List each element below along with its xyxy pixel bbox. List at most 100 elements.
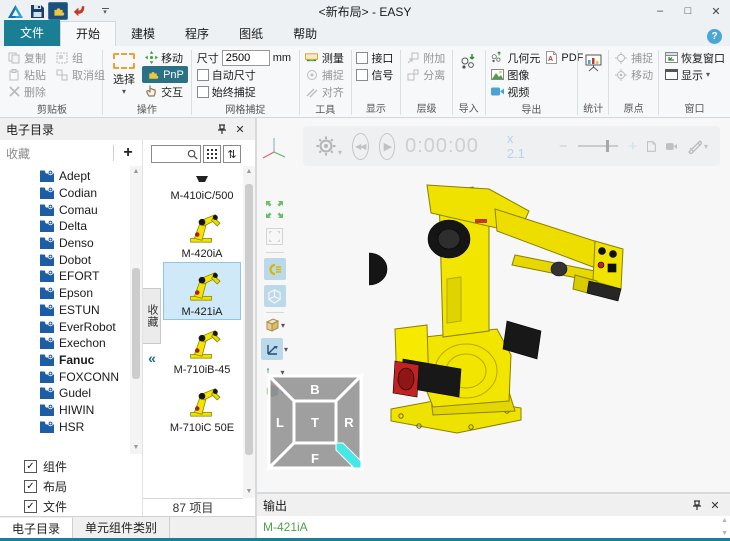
vendor-item-efort[interactable]: EFORT <box>40 268 128 285</box>
collapse-panel-button[interactable]: « <box>143 346 161 370</box>
cube-label-right: R <box>344 415 354 430</box>
vendor-item-adept[interactable]: Adept <box>40 168 128 185</box>
close-button[interactable]: ✕ <box>702 1 730 21</box>
grid-size-input[interactable] <box>222 50 270 66</box>
tab-file[interactable]: 文件 <box>4 20 60 46</box>
tab-home[interactable]: 开始 <box>60 21 116 46</box>
catalog-bottom-tab-1[interactable]: 单元组件类别 <box>73 517 170 538</box>
vendor-item-everrobot[interactable]: EverRobot <box>40 318 128 335</box>
cube-label-top: T <box>311 415 319 430</box>
vendor-item-denso[interactable]: Denso <box>40 235 128 252</box>
tab-program[interactable]: 程序 <box>170 22 224 46</box>
pdf-export-icon[interactable] <box>647 138 656 155</box>
add-favorite-button[interactable]: + <box>120 144 136 162</box>
filter-checkbox-组件[interactable]: ✓组件 <box>24 458 142 475</box>
item-count: 87 项目 <box>143 498 243 516</box>
catalog-close-icon[interactable]: ✕ <box>231 121 249 137</box>
view-cube[interactable]: B L T R F <box>263 370 367 477</box>
delete-icon <box>7 85 21 99</box>
robot-item-m-410ic-500[interactable]: M-410iC/500 <box>163 170 241 204</box>
filter-checkbox-布局[interactable]: ✓布局 <box>24 478 142 495</box>
pin-icon[interactable] <box>688 497 706 513</box>
restore-window-button[interactable]: 恢复窗口 <box>662 49 727 66</box>
catalog-bottom-tab-0[interactable]: 电子目录 <box>0 517 73 538</box>
export-video-button[interactable]: 视频 <box>488 83 542 100</box>
vendor-item-exechon[interactable]: Exechon <box>40 335 128 352</box>
zoom-in-button[interactable]: + <box>628 138 637 155</box>
tab-modeling[interactable]: 建模 <box>116 22 170 46</box>
folder-gear-icon <box>40 236 54 250</box>
robot-item-m-421ia[interactable]: M-421iA <box>163 262 241 320</box>
viewport-3d[interactable]: ▾ ◀◀ ▶ 0:00:00 x 2.1 − + ▾ <box>257 118 730 492</box>
viewport-settings-button[interactable]: ▾ <box>315 135 342 157</box>
vendor-item-fanuc[interactable]: Fanuc <box>40 352 128 369</box>
zoom-slider[interactable] <box>578 140 619 152</box>
vendor-item-codian[interactable]: Codian <box>40 185 128 202</box>
filter-checkbox-文件[interactable]: ✓文件 <box>24 498 142 515</box>
frame-select-button[interactable]: ▾ <box>261 338 288 360</box>
vendor-item-delta[interactable]: Delta <box>40 218 128 235</box>
statistics-button[interactable] <box>584 53 603 99</box>
pnp-button[interactable]: PnP <box>142 66 188 83</box>
robot-model-m421ia[interactable] <box>369 159 729 492</box>
paste-icon <box>7 68 21 82</box>
interface-checkbox[interactable]: 接口 <box>354 49 395 66</box>
undo-button[interactable] <box>68 1 90 21</box>
folder-gear-icon <box>40 353 54 367</box>
origin-move-button: 移动 <box>612 66 655 83</box>
always-snap-checkbox[interactable]: 始终捕捉 <box>195 83 296 100</box>
favorites-side-tab[interactable]: 收藏 <box>143 288 161 344</box>
move-icon <box>144 51 158 65</box>
fit-view-button[interactable] <box>264 198 286 220</box>
export-image-button[interactable]: 图像 <box>488 66 542 83</box>
annotate-button[interactable]: ▾ <box>687 139 708 154</box>
zoom-out-button[interactable]: − <box>559 138 568 155</box>
import-button[interactable] <box>459 53 479 99</box>
save-button[interactable] <box>26 1 48 21</box>
pnp-quick-button[interactable] <box>48 2 68 20</box>
measure-button[interactable]: 测量 <box>303 49 346 66</box>
folder-gear-icon <box>40 186 54 200</box>
headlight-button[interactable] <box>264 258 286 280</box>
help-icon[interactable]: ? <box>707 29 722 44</box>
render-mode-button[interactable] <box>264 285 286 307</box>
sort-button[interactable]: ⇅ <box>223 145 241 163</box>
grid-view-button[interactable] <box>203 145 221 163</box>
vendor-item-dobot[interactable]: Dobot <box>40 251 128 268</box>
vendor-item-epson[interactable]: Epson <box>40 285 128 302</box>
minimize-button[interactable]: – <box>646 1 674 21</box>
vendor-item-comau[interactable]: Comau <box>40 201 128 218</box>
interact-button[interactable]: 交互 <box>142 83 188 100</box>
output-close-icon[interactable]: ✕ <box>706 497 724 513</box>
tab-help[interactable]: 帮助 <box>278 22 332 46</box>
pin-icon[interactable] <box>213 121 231 137</box>
vendor-item-hiwin[interactable]: HIWIN <box>40 402 128 419</box>
robot-item-m-710ib-45[interactable]: M-710iB-45 <box>163 320 241 378</box>
tab-drawing[interactable]: 图纸 <box>224 22 278 46</box>
maximize-button[interactable]: □ <box>674 1 702 21</box>
output-scrollbar[interactable]: ▲▼ <box>721 517 728 537</box>
search-input[interactable] <box>151 145 201 163</box>
auto-size-checkbox[interactable]: 自动尺寸 <box>195 66 296 83</box>
vendor-item-foxconn[interactable]: FOXCONN <box>40 368 128 385</box>
vendor-item-estun[interactable]: ESTUN <box>40 302 128 319</box>
show-windows-button[interactable]: 显示▾ <box>662 66 727 83</box>
copy-button: 复制 <box>5 49 53 66</box>
signal-checkbox[interactable]: 信号 <box>354 66 395 83</box>
quick-access-customize-button[interactable]: ▾ <box>98 4 112 18</box>
vendor-item-gudel[interactable]: Gudel <box>40 385 128 402</box>
vendor-item-hsr[interactable]: HSR <box>40 418 128 435</box>
select-button[interactable]: 选择 ▾ <box>106 49 142 100</box>
robot-item-m-420ia[interactable]: M-420iA <box>163 204 241 262</box>
robot-list-scrollbar[interactable]: ▲ ▼ <box>243 166 255 498</box>
solid-view-button[interactable]: ▾ <box>264 318 285 333</box>
delete-button: 删除 <box>5 83 53 100</box>
play-button[interactable]: ▶ <box>379 133 396 160</box>
rewind-button[interactable]: ◀◀ <box>352 133 369 160</box>
robot-item-m-710ic-50e[interactable]: M-710iC 50E <box>163 378 241 436</box>
record-video-icon[interactable] <box>666 140 677 153</box>
export-geometry-button[interactable]: 几何元 <box>488 49 542 66</box>
attach-button: 附加 <box>404 49 447 66</box>
move-button[interactable]: 移动 <box>142 49 188 66</box>
tree-scrollbar[interactable]: ▲ ▼ <box>130 166 142 454</box>
